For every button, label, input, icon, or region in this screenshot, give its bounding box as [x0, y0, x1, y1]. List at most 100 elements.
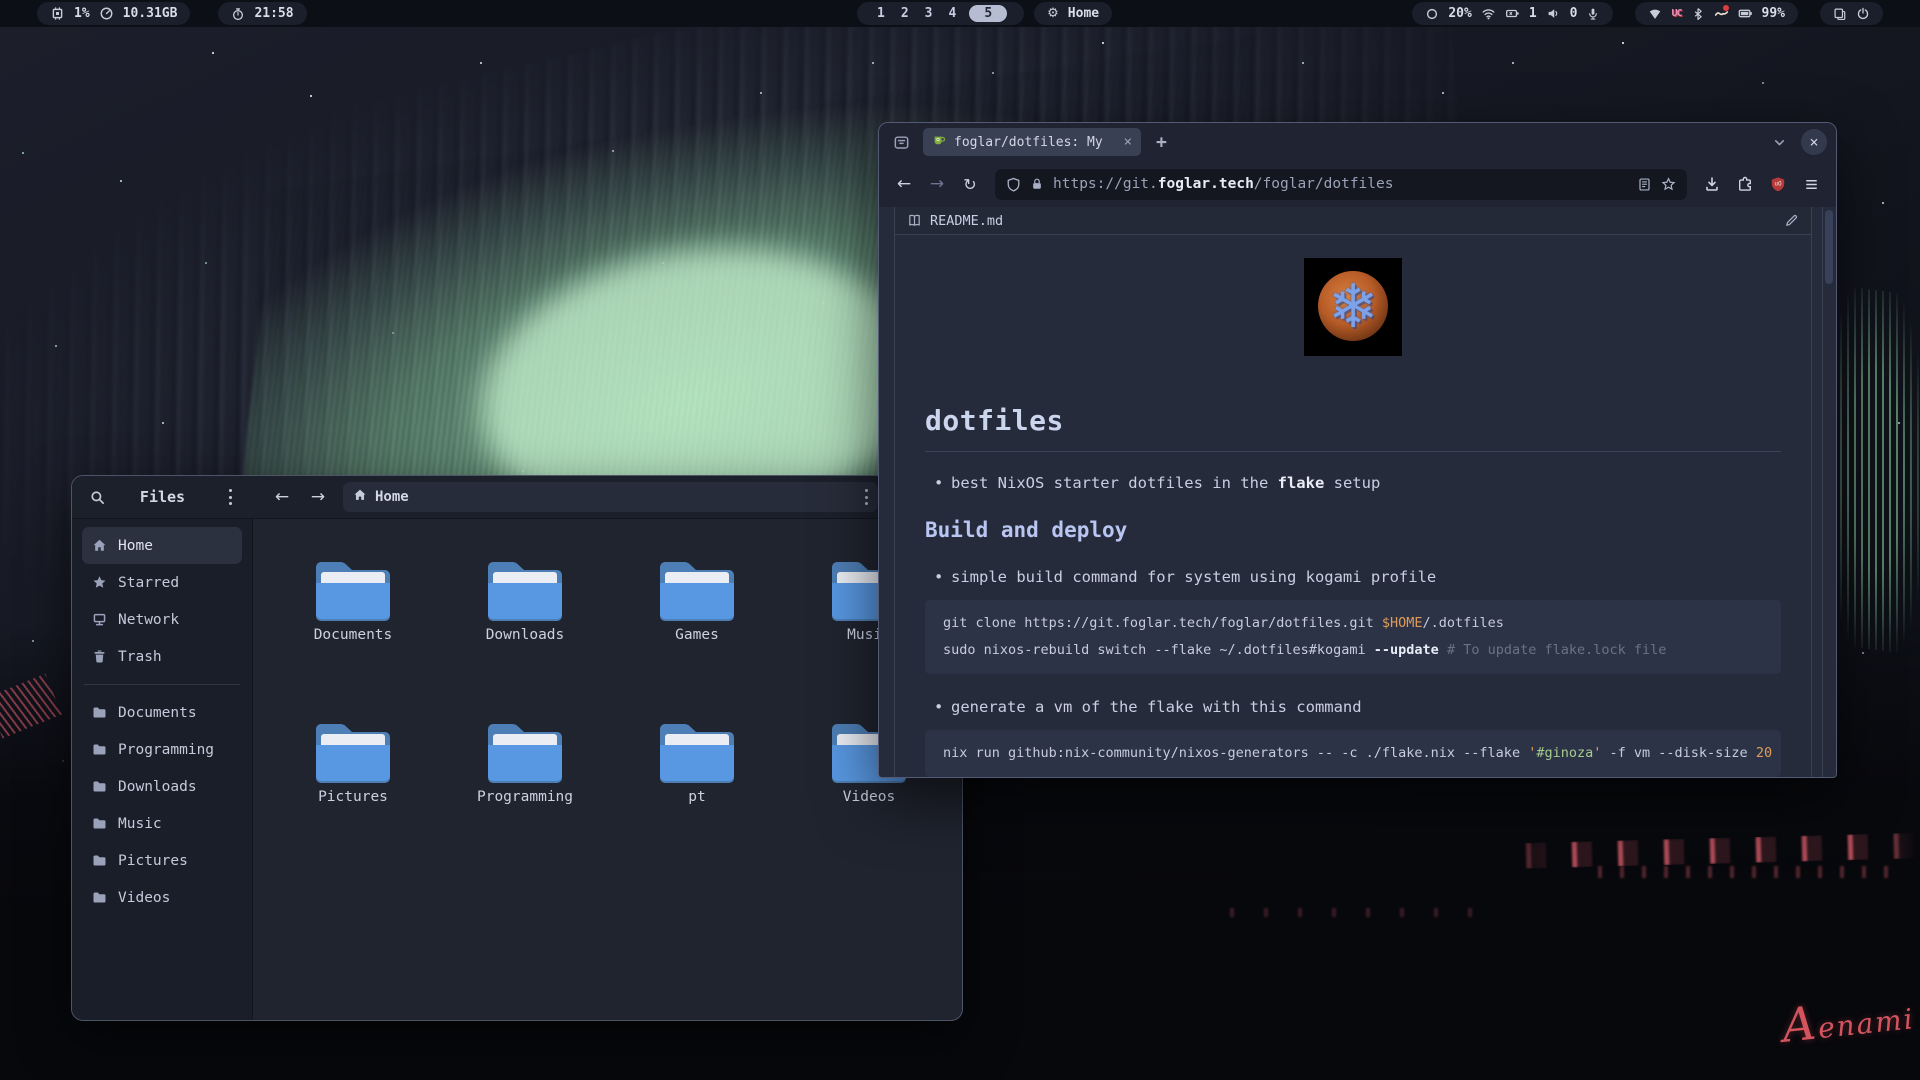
- wallpaper-red-streak: [1580, 866, 1900, 878]
- bookmark-star-icon[interactable]: [1661, 177, 1676, 192]
- sidebar-item-home[interactable]: Home: [82, 527, 242, 564]
- url-bar[interactable]: https://git.foglar.tech/foglar/dotfiles: [995, 169, 1687, 200]
- home-icon: [353, 488, 367, 506]
- hamburger-menu-icon[interactable]: [1796, 169, 1826, 199]
- sidebar-item-videos[interactable]: Videos: [82, 879, 242, 916]
- sidebar-menu-kebab-icon[interactable]: [215, 482, 245, 512]
- list-tabs-chevron-icon[interactable]: [1766, 135, 1792, 150]
- downloads-icon[interactable]: [1697, 169, 1727, 199]
- vpn-wave-icon[interactable]: [1714, 6, 1729, 21]
- reload-button[interactable]: [955, 169, 985, 199]
- readme-header: README.md: [895, 207, 1811, 235]
- code-block-vm[interactable]: nix run github:nix-community/nixos-gener…: [925, 730, 1781, 777]
- workspace-3[interactable]: 3: [918, 6, 940, 21]
- volume-icon[interactable]: [1546, 6, 1561, 21]
- folder-icon: [656, 718, 738, 784]
- bluetooth-icon[interactable]: [1691, 7, 1705, 21]
- folder-programming[interactable]: Programming: [439, 718, 611, 880]
- window-close-button[interactable]: ×: [1801, 129, 1827, 155]
- system-monitor-pill[interactable]: 1% 10.31GB: [37, 2, 190, 25]
- folder-games[interactable]: Games: [611, 556, 783, 718]
- sidebar-item-downloads[interactable]: Downloads: [82, 768, 242, 805]
- tab-title: foglar/dotfiles: My: [954, 135, 1117, 150]
- wallpaper-red-streak: [1200, 908, 1500, 917]
- workspace-4[interactable]: 4: [941, 6, 963, 21]
- workspaces-pill: 1 2 3 4 5: [857, 2, 1024, 25]
- clipboard-icon[interactable]: [1833, 7, 1847, 21]
- power-icon[interactable]: [1856, 7, 1870, 21]
- browser-window: foglar/dotfiles: My × + × https://git.fo…: [878, 122, 1837, 778]
- path-bar[interactable]: Home: [343, 482, 878, 512]
- workspace-1[interactable]: 1: [870, 6, 892, 21]
- folder-documents[interactable]: Documents: [267, 556, 439, 718]
- readme-card: README.md dotfiles best NixOS starter do…: [894, 207, 1812, 778]
- current-location: Home: [375, 489, 409, 505]
- edit-pencil-icon[interactable]: [1784, 213, 1799, 228]
- scrollbar[interactable]: [1822, 207, 1836, 777]
- folder-icon: [484, 718, 566, 784]
- readme-bullet: best NixOS starter dotfiles in the flake…: [925, 474, 1781, 492]
- memory-gauge-icon: [99, 6, 114, 21]
- readme-title: dotfiles: [925, 404, 1781, 452]
- sidebar-item-label: Downloads: [118, 779, 197, 795]
- sidebar-item-starred[interactable]: Starred: [82, 564, 242, 601]
- wallpaper-red-streak: [1500, 833, 1920, 870]
- tracking-shield-icon[interactable]: [1006, 177, 1021, 192]
- sidebar-item-trash[interactable]: Trash: [82, 638, 242, 675]
- mode-pill[interactable]: Home: [1034, 2, 1112, 25]
- browser-tab[interactable]: foglar/dotfiles: My ×: [923, 128, 1141, 156]
- wallpaper-aurora-right: [1828, 283, 1920, 656]
- code-block-build[interactable]: git clone https://git.foglar.tech/foglar…: [925, 600, 1781, 674]
- path-menu-kebab-icon[interactable]: [865, 488, 868, 507]
- workspace-2[interactable]: 2: [894, 6, 916, 21]
- folder-icon: [312, 556, 394, 622]
- folder-downloads[interactable]: Downloads: [439, 556, 611, 718]
- uc-tray-icon[interactable]: UC: [1671, 8, 1681, 19]
- desktop: Aenami 1% 10.31GB 21:58 1 2 3 4 5: [0, 0, 1920, 1080]
- folder-icon: [92, 705, 107, 720]
- ublock-icon[interactable]: uO: [1763, 169, 1793, 199]
- repo-logo-image: [1304, 258, 1402, 356]
- folder-icon: [312, 718, 394, 784]
- status-bar: 1% 10.31GB 21:58 1 2 3 4 5 Home: [0, 0, 1920, 27]
- back-button[interactable]: [889, 169, 919, 199]
- sidebar-item-documents[interactable]: Documents: [82, 694, 242, 731]
- network-tray-icon[interactable]: [1648, 7, 1662, 21]
- sidebar-item-network[interactable]: Network: [82, 601, 242, 638]
- files-content-area[interactable]: Documents Downloads Games Music: [253, 519, 962, 1020]
- wifi-icon[interactable]: [1481, 6, 1496, 21]
- keyboard-battery-icon[interactable]: [1505, 6, 1520, 21]
- brightness-icon[interactable]: [1425, 7, 1439, 21]
- sidebar-item-label: Pictures: [118, 853, 188, 869]
- new-tab-button[interactable]: +: [1150, 132, 1173, 153]
- folder-pictures[interactable]: Pictures: [267, 718, 439, 880]
- workspace-5-active[interactable]: 5: [969, 5, 1007, 22]
- sidebar-item-music[interactable]: Music: [82, 805, 242, 842]
- extensions-puzzle-icon[interactable]: [1730, 169, 1760, 199]
- clock-pill[interactable]: 21:58: [218, 2, 306, 25]
- back-button[interactable]: [267, 482, 297, 512]
- files-headerbar[interactable]: Files Home: [72, 476, 962, 519]
- sidebar-toggle-icon[interactable]: [888, 130, 914, 154]
- network-icon: [92, 612, 107, 627]
- reader-mode-icon[interactable]: [1637, 177, 1652, 192]
- sidebar-item-pictures[interactable]: Pictures: [82, 842, 242, 879]
- clock-icon: [231, 7, 245, 21]
- folder-icon: [92, 816, 107, 831]
- url-text[interactable]: https://git.foglar.tech/foglar/dotfiles: [1053, 176, 1628, 192]
- folder-icon: [92, 742, 107, 757]
- scrollbar-thumb[interactable]: [1825, 210, 1833, 284]
- sidebar-item-label: Trash: [118, 649, 162, 665]
- forward-button[interactable]: [303, 482, 333, 512]
- folder-pt[interactable]: pt: [611, 718, 783, 880]
- forward-button[interactable]: [922, 169, 952, 199]
- sidebar-item-label: Home: [118, 538, 153, 554]
- cpu-icon: [50, 6, 65, 21]
- folder-label: Programming: [477, 789, 573, 805]
- tab-close-icon[interactable]: ×: [1124, 135, 1132, 149]
- wallpaper-red-scribble: [0, 674, 62, 739]
- microphone-icon[interactable]: [1586, 7, 1600, 21]
- gear-icon: [1047, 6, 1059, 21]
- sidebar-item-programming[interactable]: Programming: [82, 731, 242, 768]
- keyboard-count: 1: [1529, 6, 1537, 21]
